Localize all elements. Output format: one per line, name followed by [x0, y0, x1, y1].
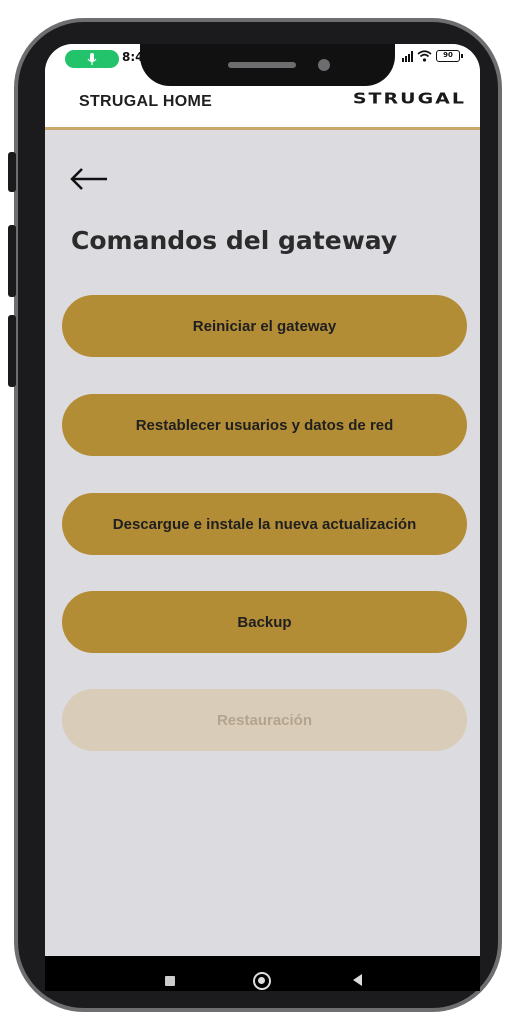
- back-triangle-icon[interactable]: [353, 974, 362, 986]
- speaker-grille: [228, 62, 296, 68]
- phone-side-button: [8, 152, 16, 192]
- wifi-icon: [417, 50, 432, 62]
- front-camera: [318, 59, 330, 71]
- backup-button[interactable]: Backup: [62, 591, 467, 653]
- arrow-left-icon: [70, 168, 107, 190]
- camera-notch: [140, 44, 395, 86]
- signal-icon: [402, 50, 413, 62]
- reboot-gateway-button[interactable]: Reiniciar el gateway: [62, 295, 467, 357]
- reset-users-network-button[interactable]: Restablecer usuarios y datos de red: [62, 394, 467, 456]
- mic-icon: [65, 50, 119, 68]
- status-icons: 90: [402, 50, 463, 62]
- volume-up-button: [8, 225, 16, 297]
- page-title: Comandos del gateway: [71, 226, 398, 255]
- home-icon[interactable]: [253, 972, 271, 990]
- back-button[interactable]: [69, 166, 115, 196]
- restore-button: Restauración: [62, 689, 467, 751]
- phone-screen: 8:4 90 STRUGAL HOME STRUGAL Comandos del…: [45, 44, 480, 991]
- recent-apps-icon[interactable]: [165, 976, 175, 986]
- navigation-bar: [45, 956, 480, 991]
- app-bar: STRUGAL HOME STRUGAL: [45, 88, 480, 130]
- app-title: STRUGAL HOME: [79, 93, 213, 110]
- battery-icon: 90: [436, 50, 463, 62]
- download-install-update-button[interactable]: Descargue e instale la nueva actualizaci…: [62, 493, 467, 555]
- status-bar: 8:4 90: [45, 44, 480, 88]
- volume-down-button: [8, 315, 16, 387]
- strugal-logo: STRUGAL: [352, 90, 466, 108]
